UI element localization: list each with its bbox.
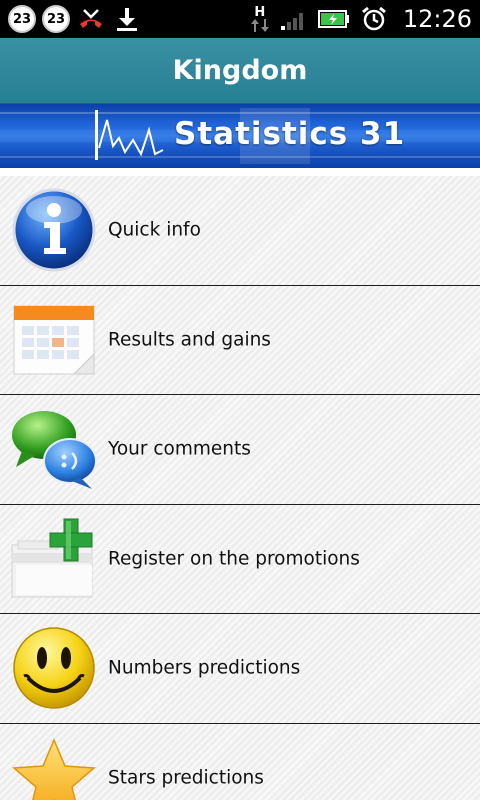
page-title: Kingdom <box>172 55 308 86</box>
app-header: Kingdom <box>0 38 480 104</box>
menu-item-label: Stars predictions <box>108 767 264 789</box>
calendar-icon <box>10 296 98 384</box>
banner: Statistics 31 <box>0 104 480 168</box>
menu-item-stars-predictions[interactable]: Stars predictions <box>0 723 480 800</box>
alarm-clock-icon <box>359 4 389 34</box>
battery-charging-icon <box>317 4 351 34</box>
menu-item-label: Results and gains <box>108 329 271 351</box>
notification-badge-icon[interactable]: 23 <box>8 5 36 33</box>
menu-item-numbers-predictions[interactable]: Numbers predictions <box>0 614 480 724</box>
menu-list: Quick info Results and gains Your commen… <box>0 176 480 800</box>
banner-divider <box>0 168 480 176</box>
menu-item-quick-info[interactable]: Quick info <box>0 176 480 286</box>
add-folder-icon <box>10 515 98 603</box>
banner-title: Statistics 31 <box>174 116 406 152</box>
notification-badge-icon[interactable]: 23 <box>42 5 70 33</box>
status-bar: 23 23 H 12:26 <box>0 0 480 38</box>
chat-bubbles-icon <box>10 405 98 493</box>
status-bar-notifications: 23 23 <box>8 4 142 34</box>
missed-call-icon[interactable] <box>76 4 106 34</box>
network-type-label: H <box>254 4 266 20</box>
menu-item-label: Numbers predictions <box>108 657 301 679</box>
status-bar-system: H 12:26 <box>249 4 472 34</box>
menu-item-register-promotions[interactable]: Register on the promotions <box>0 504 480 614</box>
menu-item-label: Quick info <box>108 219 201 241</box>
info-icon <box>10 186 98 274</box>
menu-item-your-comments[interactable]: Your comments <box>0 395 480 505</box>
menu-item-label: Register on the promotions <box>108 548 360 570</box>
status-clock: 12:26 <box>402 5 472 33</box>
smiley-icon <box>10 624 98 712</box>
menu-item-label: Your comments <box>108 438 251 460</box>
network-data-icon: H <box>249 4 271 34</box>
signal-strength-icon <box>279 4 309 34</box>
download-icon[interactable] <box>112 4 142 34</box>
menu-item-results-and-gains[interactable]: Results and gains <box>0 285 480 395</box>
star-icon <box>10 734 98 800</box>
chart-graph-icon <box>95 110 164 160</box>
